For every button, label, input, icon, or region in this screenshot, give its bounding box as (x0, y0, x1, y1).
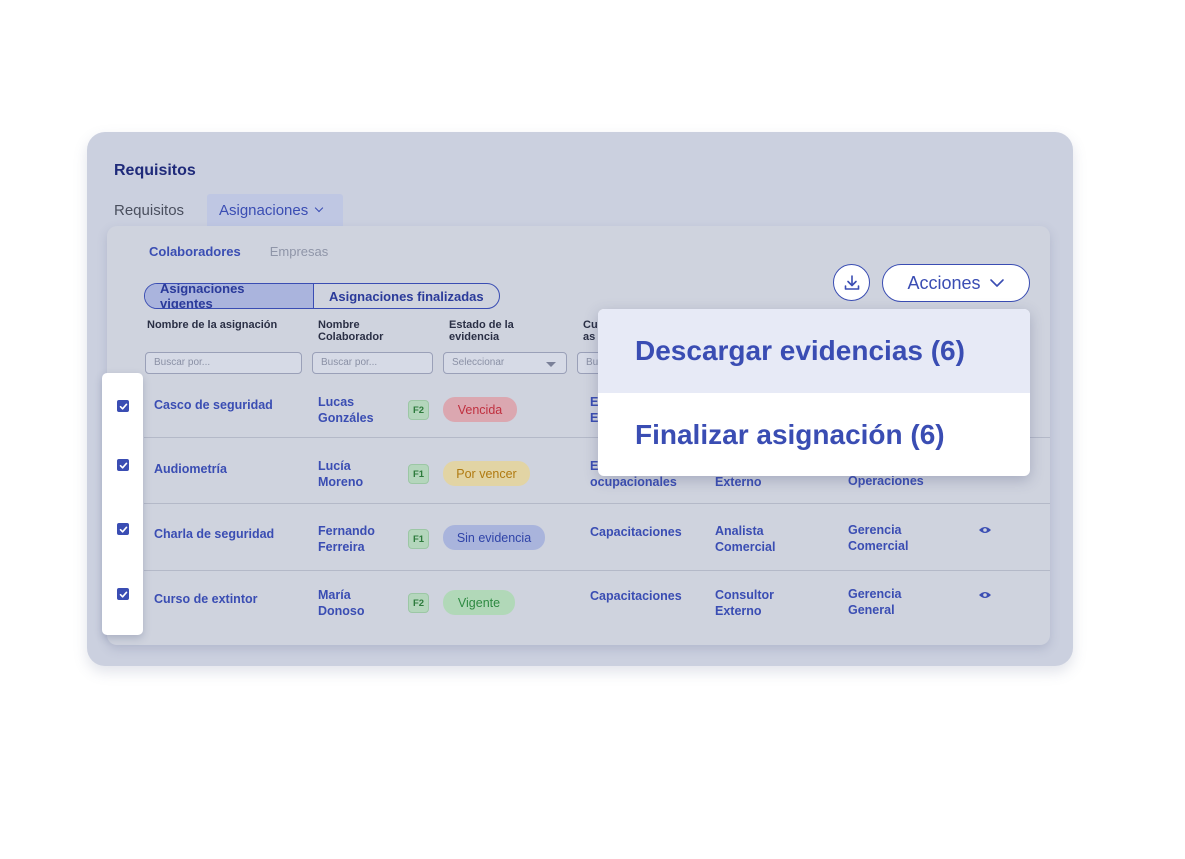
assignment-name[interactable]: Curso de extintor (154, 591, 258, 607)
collaborator-name[interactable]: Fernando Ferreira (318, 523, 375, 555)
download-icon (844, 274, 859, 290)
filter-estado-select[interactable]: Seleccionar (443, 352, 567, 374)
page-title: Requisitos (114, 162, 196, 179)
download-button[interactable] (833, 264, 870, 301)
acciones-dropdown-menu: Descargar evidencias (6) Finalizar asign… (598, 309, 1030, 476)
view-eye-icon[interactable] (978, 590, 992, 600)
menu-item-descargar-evidencias[interactable]: Descargar evidencias (6) (598, 309, 1030, 393)
filter-nombre-colaborador[interactable]: Buscar por... (312, 352, 433, 374)
role-cell: Externo (715, 475, 762, 489)
assignment-status-toggle: Asignaciones vigentes Asignaciones final… (144, 283, 500, 309)
check-icon (119, 526, 127, 533)
role-cell: Consultor Externo (715, 588, 775, 618)
tab-requisitos[interactable]: Requisitos (114, 194, 207, 228)
tab-asignaciones[interactable]: Asignaciones (207, 194, 343, 228)
check-icon (119, 462, 127, 469)
chevron-down-icon (314, 203, 324, 213)
subtab-colaboradores[interactable]: Colaboradores (149, 244, 241, 259)
row-checkbox[interactable] (117, 459, 129, 471)
status-badge: Vencida (443, 397, 517, 422)
row-checkbox[interactable] (117, 588, 129, 600)
assignment-name[interactable]: Charla de seguridad (154, 526, 274, 542)
f-badge: F1 (408, 464, 429, 484)
category-cell: Capacitaciones (590, 589, 682, 603)
tab-asignaciones-label: Asignaciones (219, 201, 309, 219)
collaborator-name[interactable]: María Donoso (318, 587, 365, 619)
role-cell: Analista Comercial (715, 524, 776, 554)
seg-finalizadas[interactable]: Asignaciones finalizadas (314, 284, 499, 308)
view-eye-icon[interactable] (978, 525, 992, 535)
sub-tabs: Colaboradores Empresas (149, 244, 328, 259)
col-header-partial: Cu as (583, 319, 598, 343)
f-badge: F2 (408, 593, 429, 613)
assignment-name[interactable]: Casco de seguridad (154, 397, 273, 413)
status-badge: Vigente (443, 590, 515, 615)
row-selection-panel (102, 373, 143, 635)
collaborator-name[interactable]: Lucas Gonzáles (318, 394, 374, 426)
col-header-nombre-colaborador: Nombre Colaborador (318, 319, 384, 343)
acciones-button[interactable]: Acciones (882, 264, 1030, 302)
filter-estado-value: Seleccionar (452, 357, 505, 368)
seg-vigentes[interactable]: Asignaciones vigentes (145, 284, 314, 308)
acciones-label: Acciones (907, 272, 981, 293)
check-icon (119, 403, 127, 410)
subtab-empresas[interactable]: Empresas (270, 244, 329, 259)
menu-item-finalizar-asignacion[interactable]: Finalizar asignación (6) (598, 393, 1030, 476)
area-cell: Gerencia General (848, 587, 902, 617)
collaborator-name[interactable]: Lucía Moreno (318, 458, 363, 490)
area-cell: Gerencia Comercial (848, 523, 909, 553)
col-header-estado-evidencia: Estado de la evidencia (449, 319, 514, 343)
f-badge: F2 (408, 400, 429, 420)
main-tabs: Requisitos Asignaciones (114, 194, 343, 228)
col-header-nombre-asignacion: Nombre de la asignación (147, 319, 278, 331)
row-checkbox[interactable] (117, 400, 129, 412)
status-badge: Por vencer (443, 461, 530, 486)
chevron-down-icon (989, 279, 1004, 287)
filter-nombre-asignacion[interactable]: Buscar por... (145, 352, 302, 374)
row-divider (144, 570, 1050, 571)
check-icon (119, 591, 127, 598)
category-cell: Capacitaciones (590, 525, 682, 539)
assignment-name[interactable]: Audiometría (154, 461, 227, 477)
caret-down-icon (546, 362, 556, 367)
row-divider (144, 503, 1050, 504)
f-badge: F1 (408, 529, 429, 549)
status-badge: Sin evidencia (443, 525, 545, 550)
row-checkbox[interactable] (117, 523, 129, 535)
